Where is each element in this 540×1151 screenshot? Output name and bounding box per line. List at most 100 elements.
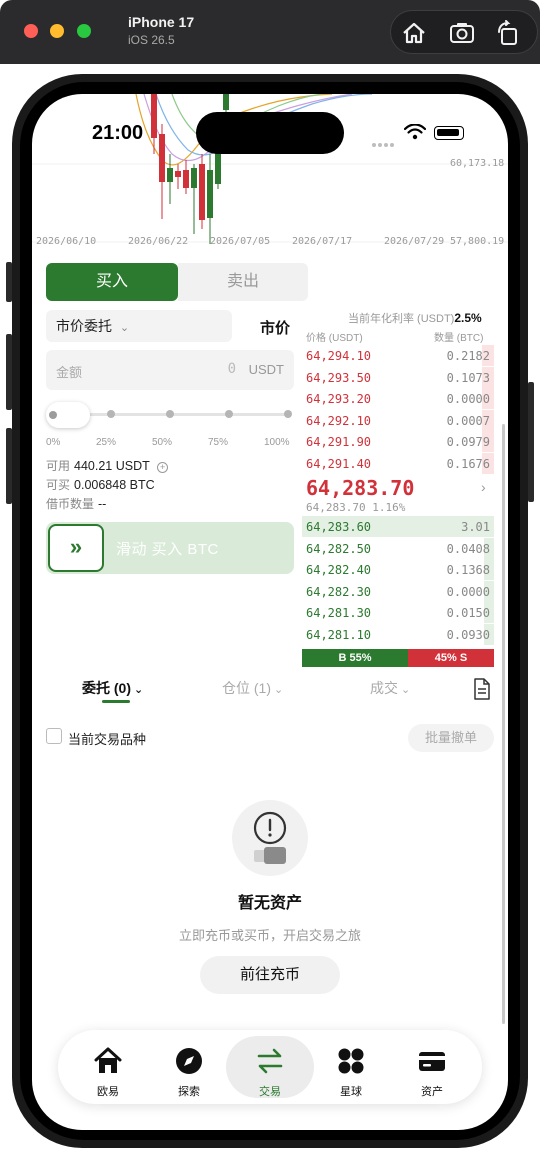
chart-low-price-label: 57,800.19 — [450, 236, 505, 247]
ask-price: 64,292.10 — [306, 413, 372, 428]
ask-row[interactable]: 64,292.10 0.0007 — [302, 409, 494, 431]
ask-price: 64,291.90 — [306, 435, 372, 449]
action-button[interactable] — [6, 262, 12, 302]
bid-row[interactable]: 64,281.30 0.0150 — [302, 602, 494, 623]
amount-input[interactable]: 金额 0 USDT — [46, 350, 294, 390]
swipe-label: 滑动 买入 BTC — [116, 541, 219, 558]
borrow-row: 借币数量 -- — [46, 495, 106, 512]
home-icon[interactable] — [401, 20, 427, 46]
amount-value: 0 — [227, 361, 236, 377]
bid-price: 64,282.40 — [306, 563, 372, 577]
chevron-right-icon[interactable]: › — [481, 479, 486, 495]
tab-planet-label: 星球 — [340, 1086, 362, 1098]
bid-row[interactable]: 64,282.30 0.0000 — [302, 580, 494, 602]
compass-icon — [176, 1048, 202, 1074]
ask-qty: 0.0979 — [446, 435, 490, 449]
slider-label: 0% — [46, 437, 61, 448]
screenshot-icon[interactable] — [449, 20, 475, 46]
ask-row[interactable]: 64,293.20 0.0000 — [302, 388, 494, 409]
simulator-title-bar: iPhone 17 iOS 26.5 — [0, 0, 540, 64]
tab-fills[interactable]: 成交 ⌄ — [370, 678, 410, 698]
zoom-window-button[interactable] — [77, 24, 91, 38]
add-circle-icon[interactable]: + — [157, 462, 169, 473]
volume-up-button[interactable] — [6, 334, 12, 410]
amount-unit: USDT — [248, 362, 284, 377]
batch-cancel-button[interactable]: 批量撤单 — [408, 724, 494, 752]
slider-mark-100[interactable] — [284, 410, 292, 418]
order-type-dropdown[interactable]: 市价委托 ⌄ — [46, 310, 232, 342]
ask-qty: 0.1073 — [446, 370, 490, 385]
borrow-value: -- — [98, 497, 107, 511]
ask-row[interactable]: 64,294.10 0.2182 — [302, 345, 494, 366]
chart-date-label: 2026/06/22 — [128, 236, 189, 247]
slider-handle[interactable] — [46, 402, 90, 428]
rotate-icon[interactable] — [495, 20, 521, 46]
active-tab-indicator — [102, 700, 130, 703]
device-name: iPhone 17 — [128, 14, 195, 30]
ask-price: 64,293.20 — [306, 392, 372, 406]
price-header: 价格 (USDT) — [306, 333, 363, 344]
last-price-change: 64,283.70 1.16% — [306, 501, 406, 514]
chart-gridlines — [32, 163, 508, 243]
bid-row[interactable]: 64,282.40 0.1368 — [302, 559, 494, 580]
last-price[interactable]: 64,283.70 — [306, 476, 414, 500]
tab-assets-label: 资产 — [421, 1086, 443, 1098]
interest-rate-value: 2.5% — [454, 311, 482, 325]
ask-row[interactable]: 64,291.40 0.1676 — [302, 452, 494, 474]
wifi-icon — [404, 124, 426, 140]
trade-arrows-icon — [257, 1048, 283, 1074]
current-pair-label: 当前交易品种 — [68, 732, 147, 747]
tab-assets[interactable]: 资产 — [402, 1046, 462, 1099]
tab-open-orders[interactable]: 委托 (0) ⌄ — [82, 678, 143, 698]
alert-icon — [253, 811, 287, 864]
bid-qty: 0.0150 — [446, 606, 490, 620]
bid-qty: 0.0930 — [446, 627, 490, 642]
tab-home[interactable]: 欧易 — [78, 1046, 138, 1099]
ask-row[interactable]: 64,293.50 0.1073 — [302, 366, 494, 388]
tab-open-orders-label: 委托 (0) — [82, 680, 131, 696]
chevron-down-icon: ⌄ — [119, 322, 130, 334]
ask-row[interactable]: 64,291.90 0.0979 — [302, 431, 494, 452]
bid-row[interactable]: 64,282.50 0.0408 — [302, 537, 494, 559]
tab-explore[interactable]: 探索 — [159, 1046, 219, 1099]
amount-placeholder: 金额 — [56, 365, 83, 380]
ask-qty: 0.0000 — [446, 392, 490, 406]
price-mode-label: 市价 — [260, 320, 291, 337]
tab-positions[interactable]: 仓位 (1) ⌄ — [222, 678, 283, 698]
close-window-button[interactable] — [24, 24, 38, 38]
tab-explore-label: 探索 — [178, 1086, 200, 1098]
tab-planet[interactable]: 星球 — [321, 1046, 381, 1099]
phone-screen: 60,173.18 57,800.19 2026/06/10 2026/06/2… — [32, 94, 508, 1130]
available-label: 可用 — [46, 459, 71, 473]
buy-tab[interactable]: 买入 — [46, 263, 178, 301]
current-pair-checkbox[interactable] — [46, 728, 62, 744]
bid-price: 64,282.50 — [306, 541, 372, 556]
swipe-handle[interactable]: » — [48, 524, 104, 572]
ask-qty: 0.2182 — [446, 349, 490, 363]
interest-rate-row: 当前年化利率 (USDT)2.5% — [348, 310, 482, 326]
order-type-label: 市价委托 — [56, 318, 112, 334]
scrollbar[interactable] — [502, 424, 505, 1024]
volume-down-button[interactable] — [6, 428, 12, 504]
buy-sell-ratio-bar: B 55% 45% S — [302, 649, 494, 667]
bid-row[interactable]: 64,283.60 3.01 — [302, 516, 494, 537]
go-deposit-button[interactable]: 前往充币 — [200, 956, 340, 994]
slider-mark-75[interactable] — [225, 410, 233, 418]
power-button[interactable] — [528, 382, 534, 502]
slider-label: 100% — [264, 437, 290, 448]
tab-trade-label: 交易 — [259, 1086, 281, 1098]
chart-date-label: 2026/07/05 — [210, 236, 271, 247]
bid-price: 64,281.30 — [306, 606, 372, 620]
document-icon[interactable] — [472, 678, 492, 700]
minimize-window-button[interactable] — [50, 24, 64, 38]
chevron-down-icon: ⌄ — [401, 684, 411, 696]
bid-row[interactable]: 64,281.10 0.0930 — [302, 623, 494, 645]
tab-fills-label: 成交 — [370, 680, 398, 696]
sell-ratio: 45% S — [408, 649, 494, 667]
sell-tab[interactable]: 卖出 — [178, 263, 308, 301]
ask-price: 64,293.50 — [306, 370, 372, 385]
tab-trade[interactable]: 交易 — [240, 1046, 300, 1099]
swipe-to-buy-control[interactable]: » 滑动 买入 BTC — [46, 522, 294, 574]
slider-mark-25[interactable] — [107, 410, 115, 418]
slider-mark-50[interactable] — [166, 410, 174, 418]
